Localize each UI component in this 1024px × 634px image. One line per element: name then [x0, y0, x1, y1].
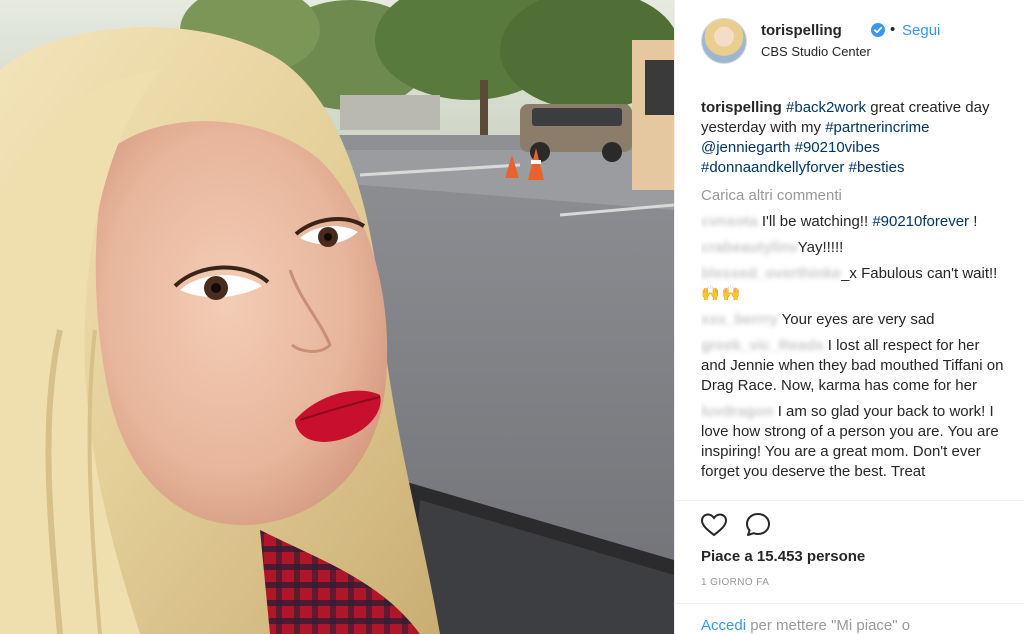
hashtag-link[interactable]: #partnerincrime: [825, 119, 929, 136]
comment-username[interactable]: greek_vic_Reads: [701, 337, 824, 354]
verified-badge-icon: [871, 23, 885, 37]
raised-hands-emoji-icon: 🙌🙌: [701, 285, 743, 302]
hashtag-link[interactable]: #donnaandkellyforver: [701, 159, 844, 176]
likes-count[interactable]: Piace a 15.453 persone: [701, 548, 865, 565]
post-header: torispelling • Segui CBS Studio Center: [675, 0, 1024, 84]
comment-username[interactable]: xxx_berrry: [701, 311, 778, 328]
comment-item: cvnsota I'll be watching!! #90210forever…: [701, 212, 1007, 232]
separator-dot: •: [890, 21, 896, 38]
post-timestamp: 1 GIORNO FA: [701, 577, 770, 588]
comment-text: Yay!!!!!: [797, 239, 844, 256]
location-link[interactable]: CBS Studio Center: [761, 44, 871, 59]
comment-username[interactable]: crabeautylinv: [701, 239, 798, 256]
username-link[interactable]: torispelling: [761, 22, 842, 39]
comment-text-end: !: [969, 213, 978, 230]
post-side-panel: torispelling • Segui CBS Studio Center t…: [674, 0, 1024, 634]
comment-item: blessed_overthinke_x Fabulous can't wait…: [701, 264, 1007, 304]
comment-item: greek_vic_Reads I lost all respect for h…: [701, 336, 1007, 396]
comment-text: _x Fabulous can't wait!!: [841, 265, 998, 282]
comment-text: Your eyes are very sad: [781, 311, 935, 328]
hashtag-link[interactable]: #90210vibes: [795, 139, 880, 156]
divider: [675, 500, 1024, 501]
user-avatar[interactable]: [701, 18, 747, 64]
caption: torispelling #back2work great creative d…: [701, 98, 1007, 178]
caption-username[interactable]: torispelling: [701, 99, 782, 116]
comment-username[interactable]: blessed_overthinke: [701, 265, 841, 282]
comment-username[interactable]: cvnsota: [701, 213, 758, 230]
hashtag-link[interactable]: #90210forever: [872, 213, 969, 230]
comment-item: xxx_berrry Your eyes are very sad: [701, 310, 1007, 330]
comment-text: I'll be watching!!: [761, 213, 869, 230]
comments-list[interactable]: torispelling #back2work great creative d…: [701, 98, 1007, 500]
hashtag-link[interactable]: #besties: [849, 159, 905, 176]
login-prompt-text: per mettere "Mi piace" o: [750, 617, 911, 634]
follow-button[interactable]: Segui: [902, 22, 940, 39]
comment-item: luvdragon I am so glad your back to work…: [701, 402, 1007, 482]
divider: [675, 603, 1024, 604]
comment-item: crabeautylinvYay!!!!!: [701, 238, 1007, 258]
heart-icon[interactable]: [699, 510, 729, 540]
login-prompt: Accedi per mettere "Mi piace" o: [701, 617, 910, 634]
post-photo[interactable]: [0, 0, 674, 634]
comment-icon[interactable]: [743, 510, 773, 540]
mention-link[interactable]: @jenniegarth: [701, 139, 790, 156]
hashtag-link[interactable]: #back2work: [786, 99, 866, 116]
load-more-comments-button[interactable]: Carica altri commenti: [701, 186, 1007, 206]
selfie-image: [0, 0, 674, 634]
comment-username[interactable]: luvdragon: [701, 403, 774, 420]
login-link[interactable]: Accedi: [701, 617, 746, 634]
